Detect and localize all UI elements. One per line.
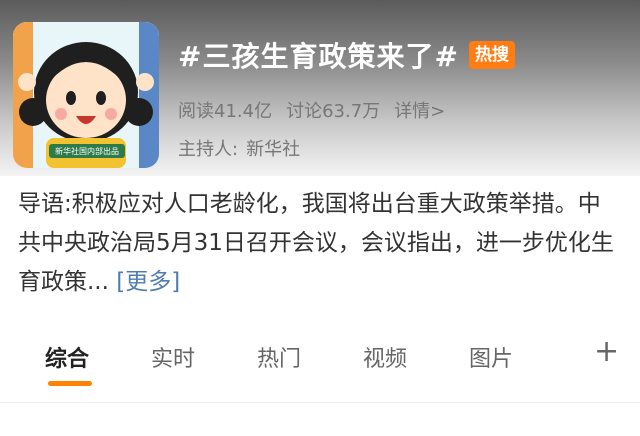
details-link[interactable]: 详情>: [394, 97, 445, 123]
topic-host: 主持人: 新华社: [178, 135, 300, 161]
cover-caption: 新华社国内部出品: [55, 146, 119, 156]
intro-text: 导语:积极应对人口老龄化，我国将出台重大政策举措。中共中央政治局5月31日召开会…: [18, 191, 614, 295]
host-label: 主持人:: [178, 139, 239, 160]
hot-search-badge: 热搜: [468, 41, 515, 69]
topic-cover-image[interactable]: 新华社国内部出品: [13, 22, 159, 168]
cartoon-girl-illustration: 新华社国内部出品: [13, 22, 159, 168]
discuss-count: 讨论63.7万: [286, 101, 381, 122]
more-link[interactable]: [更多]: [116, 269, 180, 295]
topic-title-row: #三孩生育政策来了# 热搜: [178, 35, 515, 75]
tab-comprehensive[interactable]: 综合: [45, 341, 89, 373]
read-count: 阅读41.4亿: [178, 101, 273, 122]
topic-title: #三孩生育政策来了#: [178, 40, 459, 73]
topic-stats: 阅读41.4亿 讨论63.7万 详情>: [178, 97, 445, 123]
tab-images[interactable]: 图片: [469, 341, 513, 373]
active-tab-indicator: [48, 381, 92, 386]
tab-realtime[interactable]: 实时: [151, 341, 195, 373]
host-name[interactable]: 新华社: [246, 135, 300, 161]
topic-intro: 导语:积极应对人口老龄化，我国将出台重大政策举措。中共中央政治局5月31日召开会…: [18, 185, 618, 302]
plus-icon[interactable]: +: [594, 334, 619, 369]
tab-divider: [0, 402, 640, 403]
tab-hot[interactable]: 热门: [257, 341, 301, 373]
tab-video[interactable]: 视频: [363, 341, 407, 373]
